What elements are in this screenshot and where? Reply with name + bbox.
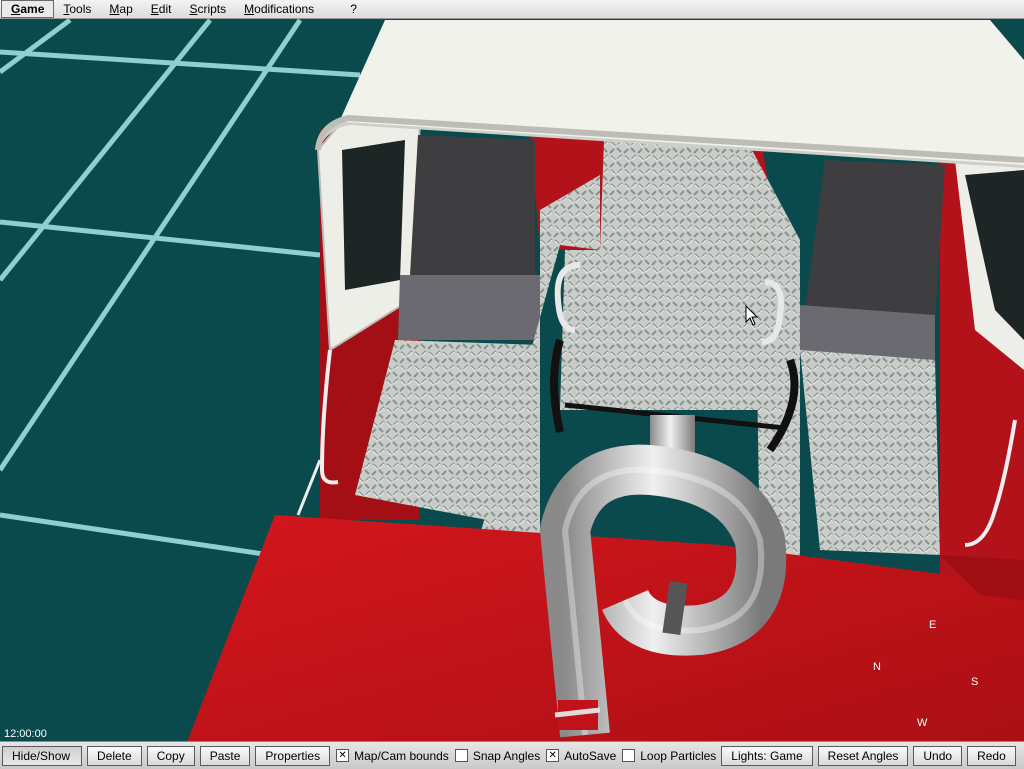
- menu-help[interactable]: ?: [341, 0, 366, 18]
- compass-east: E: [929, 619, 937, 631]
- menu-scripts[interactable]: Scripts: [180, 0, 235, 18]
- menu-edit[interactable]: Edit: [142, 0, 181, 18]
- checkbox-checked-icon: ✕: [336, 749, 350, 762]
- loop-particles-checkbox[interactable]: Loop Particles: [622, 749, 716, 763]
- menu-bar: Game Tools Map Edit Scripts Modification…: [0, 0, 1024, 19]
- loop-particles-label: Loop Particles: [640, 748, 717, 763]
- checkbox-unchecked-icon: [622, 749, 636, 762]
- mouse-cursor-icon: [745, 305, 759, 326]
- delete-button[interactable]: Delete: [87, 745, 142, 766]
- menu-tools[interactable]: Tools: [54, 0, 100, 18]
- properties-button[interactable]: Properties: [255, 745, 331, 766]
- checkbox-checked-icon: ✕: [546, 749, 560, 762]
- redo-button[interactable]: Redo: [967, 745, 1016, 766]
- snap-angles-checkbox[interactable]: Snap Angles: [454, 748, 541, 763]
- menu-game[interactable]: Game: [1, 0, 55, 18]
- 3d-viewport[interactable]: 12:00:00 E N S W: [0, 19, 1024, 741]
- game-clock: 12:00:00: [4, 728, 47, 740]
- compass-north: N: [873, 661, 881, 673]
- snap-angles-label: Snap Angles: [472, 748, 541, 763]
- menu-modifications[interactable]: Modifications: [235, 0, 323, 18]
- compass-south: S: [971, 676, 979, 688]
- copy-button[interactable]: Copy: [146, 745, 195, 766]
- reset-angles-button[interactable]: Reset Angles: [817, 745, 909, 766]
- lights-button[interactable]: Lights: Game: [721, 745, 813, 766]
- bottom-toolbar: Hide/Show Delete Copy Paste Properties ✕…: [0, 741, 1024, 769]
- undo-button[interactable]: Undo: [913, 745, 963, 766]
- map-cam-bounds-label: Map/Cam bounds: [354, 748, 449, 763]
- checkbox-unchecked-icon: [454, 749, 468, 762]
- compass-west: W: [917, 717, 928, 729]
- hide-show-button[interactable]: Hide/Show: [2, 745, 82, 766]
- autosave-checkbox[interactable]: ✕ AutoSave: [546, 749, 616, 763]
- autosave-label: AutoSave: [564, 748, 617, 763]
- menu-map[interactable]: Map: [100, 0, 141, 18]
- map-cam-bounds-checkbox[interactable]: ✕ Map/Cam bounds: [336, 749, 449, 763]
- scene-render: [0, 19, 1024, 741]
- paste-button[interactable]: Paste: [199, 745, 251, 766]
